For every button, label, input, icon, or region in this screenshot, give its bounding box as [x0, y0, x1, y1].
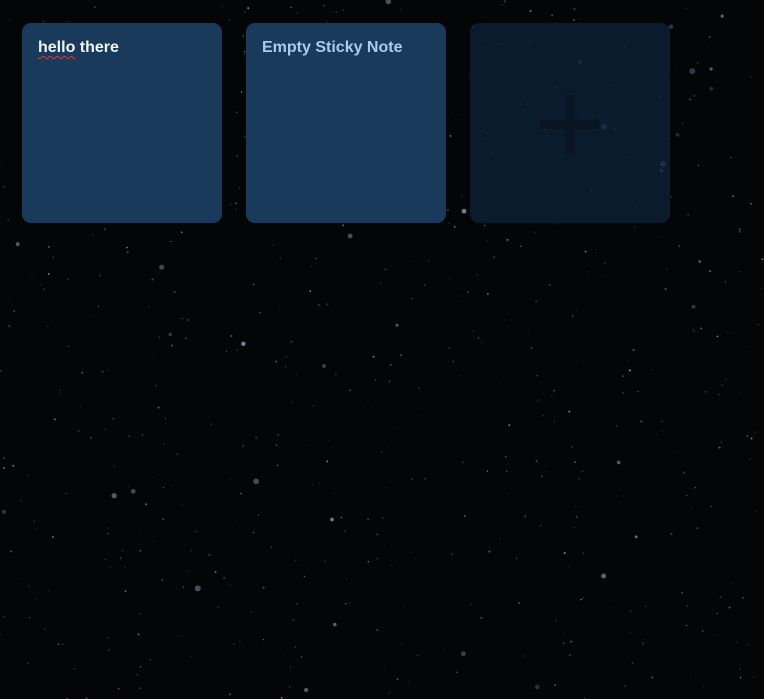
sticky-note-empty[interactable]: Empty Sticky Note	[246, 23, 446, 223]
sticky-note[interactable]: hello there	[22, 23, 222, 223]
sticky-note-text[interactable]: hello there	[38, 39, 206, 57]
add-note-button[interactable]	[470, 23, 670, 223]
note-text-rest: there	[75, 39, 119, 56]
misspelled-word: hello	[38, 39, 76, 56]
sticky-note-placeholder[interactable]: Empty Sticky Note	[262, 39, 430, 57]
sticky-board: hello there Empty Sticky Note	[0, 0, 764, 699]
plus-icon	[540, 95, 600, 155]
